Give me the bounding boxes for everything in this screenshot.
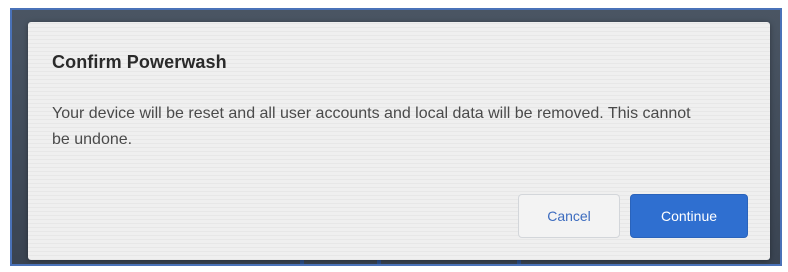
dialog-button-row: Cancel Continue [518,194,748,238]
dialog-message: Your device will be reset and all user a… [52,105,691,148]
continue-button[interactable]: Continue [630,194,748,238]
screen-background: Confirm Powerwash Your device will be re… [10,8,782,266]
cancel-button[interactable]: Cancel [518,194,620,238]
dialog-title: Confirm Powerwash [52,52,227,72]
powerwash-dialog: Confirm Powerwash Your device will be re… [28,22,770,260]
